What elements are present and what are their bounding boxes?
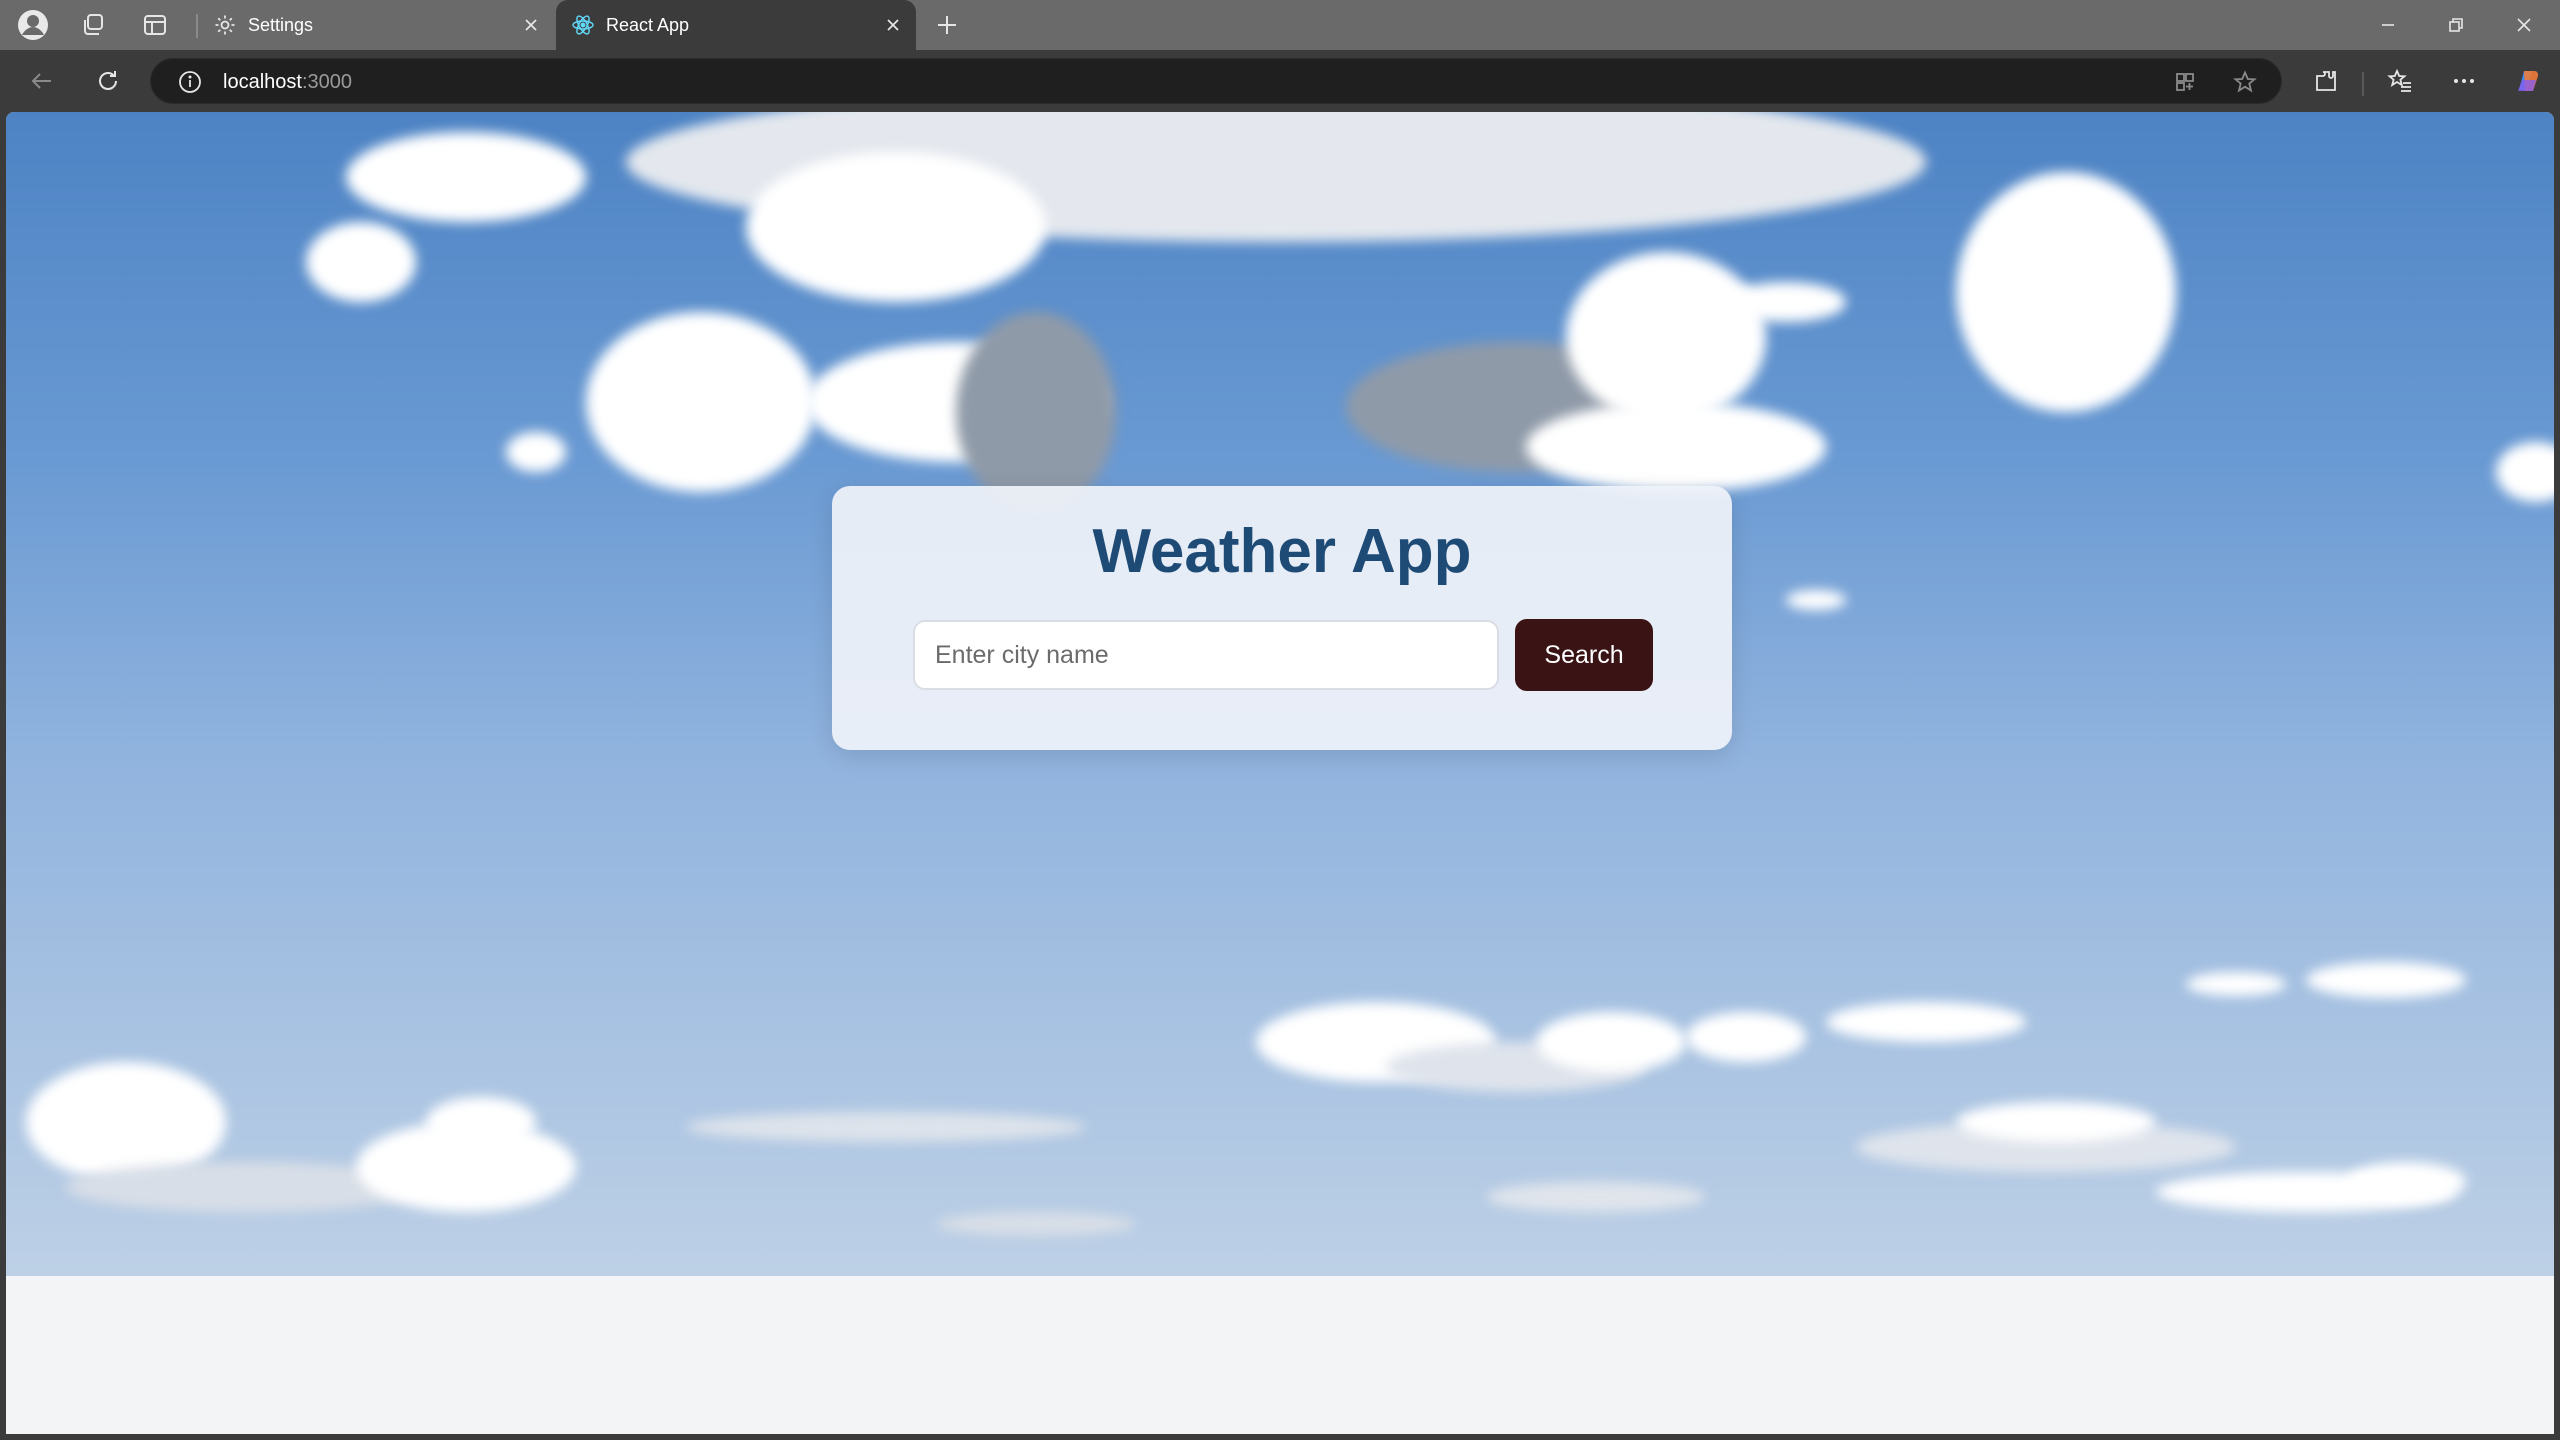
close-icon[interactable] [878,10,908,40]
refresh-icon[interactable] [88,62,128,100]
minimize-icon[interactable] [2356,0,2420,50]
close-icon[interactable] [516,10,546,40]
url-port: :3000 [301,71,352,93]
toolbar-separator [2362,72,2364,96]
more-options-icon[interactable] [2444,62,2484,100]
browser-titlebar: Settings React App [0,0,2560,50]
copilot-icon[interactable] [2508,62,2548,100]
restore-icon[interactable] [2424,0,2488,50]
weather-card: Weather App Search [832,486,1732,750]
page-viewport: Weather App Search [6,112,2554,1434]
workspaces-icon[interactable] [76,9,110,41]
url-host: localhost [223,71,302,93]
favorite-star-icon[interactable] [2229,67,2261,97]
url-text[interactable]: localhost:3000 [223,71,352,94]
tab-settings[interactable]: Settings [198,0,554,50]
address-bar[interactable]: localhost:3000 [150,58,2282,104]
tab-react-app[interactable]: React App [556,0,916,50]
app-title: Weather App [1092,517,1472,586]
tab-title: Settings [248,14,314,35]
search-button[interactable]: Search [1515,619,1653,691]
profile-icon[interactable] [16,9,50,41]
city-search-input[interactable] [913,620,1499,690]
extensions-icon[interactable] [2306,62,2346,100]
vertical-tabs-icon[interactable] [138,9,172,41]
react-icon [570,12,596,38]
browser-toolbar: localhost:3000 [0,50,2560,112]
site-info-icon[interactable] [177,69,203,95]
new-tab-icon[interactable] [930,9,964,41]
tab-title: React App [606,14,690,35]
app-available-icon[interactable] [2169,67,2201,97]
window-close-icon[interactable] [2492,0,2556,50]
gear-icon [212,12,238,38]
favorites-icon[interactable] [2380,62,2420,100]
back-arrow-icon[interactable] [22,62,62,100]
